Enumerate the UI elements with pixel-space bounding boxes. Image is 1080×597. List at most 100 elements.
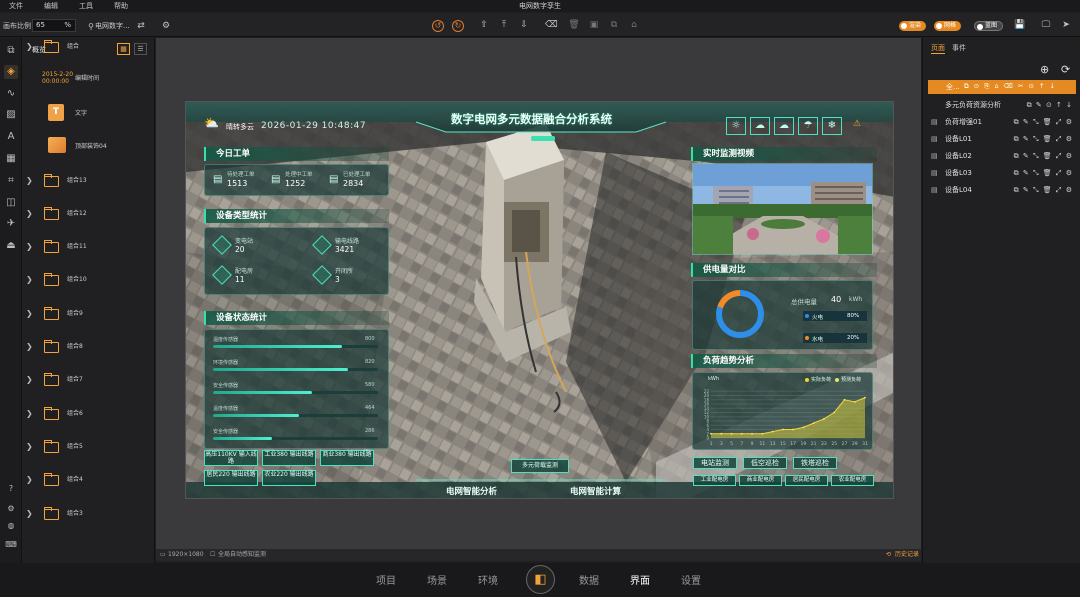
chevron-right-icon[interactable]: ❯ [26, 374, 34, 386]
selected-page-row[interactable]: 全... ⧉ ⊙ ⎘ ⌂ ⌫ ✂ ⊙ ↑ ↓ [928, 80, 1076, 94]
line-tag[interactable]: 农业220 输出线路 [262, 470, 316, 486]
outline-item[interactable]: ❯ 组合11 [22, 240, 155, 255]
undo-icon[interactable]: ↺ [432, 20, 444, 32]
history-link[interactable]: 历史记录 [895, 549, 919, 561]
network-icon[interactable]: ⌗ [4, 174, 18, 188]
line-tag[interactable]: 居民220 输出线路 [204, 470, 258, 486]
clear-icon[interactable]: ⌫ [545, 20, 558, 30]
group-icon[interactable]: ▣ [588, 20, 600, 30]
chevron-right-icon[interactable]: ❯ [26, 441, 34, 453]
menu-help[interactable]: 帮助 [114, 1, 128, 11]
scale-input[interactable]: 65% [32, 19, 76, 32]
monitor-video[interactable] [692, 163, 873, 255]
page-row[interactable]: ▤ 设备L03 ⧉ ✎ ⤡ 🗑 ⤢ ⚙ [923, 166, 1080, 180]
page-row[interactable]: ▤ 负荷增强01 ⧉ ✎ ⤡ 🗑 ⤢ ⚙ [923, 115, 1080, 129]
chevron-right-icon[interactable]: ❯ [26, 308, 34, 320]
globe-icon[interactable]: ◍ [4, 519, 18, 533]
chevron-right-icon[interactable]: ❯ [26, 274, 34, 286]
chevron-right-icon[interactable]: ❯ [26, 208, 34, 220]
lock-icon[interactable]: ⌂ [628, 20, 640, 30]
sun-icon[interactable]: ☼ [726, 117, 746, 135]
component-icon[interactable]: ⧉ [4, 44, 18, 58]
add-page-icon[interactable]: ⊕ [1040, 63, 1049, 76]
upload-icon[interactable]: ⇧ [478, 20, 490, 30]
menu-file[interactable]: 文件 [9, 1, 23, 11]
distribution-tag[interactable]: 工业配电房 [693, 475, 736, 486]
help-icon[interactable]: ? [4, 482, 18, 496]
rain-icon[interactable]: ☂ [798, 117, 818, 135]
chevron-right-icon[interactable]: ❯ [26, 41, 34, 53]
gear-icon[interactable]: ⚙ [160, 21, 172, 31]
distribution-tag[interactable]: 农业配电房 [831, 475, 874, 486]
line-tag[interactable]: 工业380 输出线路 [262, 450, 316, 466]
snow-icon[interactable]: ❄ [822, 117, 842, 135]
line-tag[interactable]: 高压110KV 输入线路 [204, 450, 258, 466]
refresh-icon[interactable]: ⟳ [1061, 63, 1070, 76]
shape-icon[interactable]: ◫ [4, 196, 18, 210]
plane-icon[interactable]: ✈ [4, 217, 18, 231]
outline-item[interactable]: ❯ 组合9 [22, 307, 155, 322]
image-icon[interactable]: ▨ [4, 108, 18, 122]
nav-home-button[interactable]: ◧ [526, 565, 555, 594]
page-row[interactable]: ▤ 设备L02 ⧉ ✎ ⤡ 🗑 ⤢ ⚙ [923, 149, 1080, 163]
page-row-actions[interactable]: ⧉ ✎ ⤡ 🗑 ⤢ ⚙ [1014, 132, 1073, 146]
nav-data[interactable]: 数据 [579, 572, 599, 587]
page-row[interactable]: 多元负荷资源分析 ⧉ ✎ ⊙ ↑ ↓ [923, 98, 1080, 112]
layers-icon[interactable]: ◈ [4, 65, 18, 79]
bottom-left-title[interactable]: 电网智能分析 [446, 485, 497, 497]
tab-event[interactable]: 事件 [952, 43, 966, 53]
outline-item[interactable]: ❯ 组合 [22, 40, 155, 55]
chevron-right-icon[interactable]: ❯ [26, 341, 34, 353]
alarm-icon[interactable]: ⚠ [846, 117, 868, 135]
outline-item[interactable]: ❯ 组合7 [22, 373, 155, 388]
stamp-icon[interactable]: ⏏ [4, 239, 18, 253]
preview-icon[interactable]: 🖵 [1040, 20, 1052, 30]
distribution-tag[interactable]: 商业配电房 [739, 475, 782, 486]
keyboard-icon[interactable]: ⌨ [4, 538, 18, 552]
selected-row-actions[interactable]: ⧉ ⊙ ⎘ ⌂ ⌫ ✂ ⊙ ↑ ↓ [964, 82, 1056, 91]
outline-item[interactable]: ❯ 组合5 [22, 440, 155, 455]
outline-item[interactable]: ❯ 组合4 [22, 473, 155, 488]
outline-item[interactable]: T 文字 [22, 104, 155, 121]
text-icon[interactable]: A [4, 130, 18, 144]
inspection-tag[interactable]: 电站监测 [693, 457, 737, 469]
distribution-tag[interactable]: 居民配电房 [785, 475, 828, 486]
page-row-actions[interactable]: ⧉ ✎ ⤡ 🗑 ⤢ ⚙ [1014, 115, 1073, 129]
delete-icon[interactable]: 🗑 [568, 20, 580, 30]
plugin-icon[interactable]: ⚙ [4, 502, 18, 516]
adjust-icon[interactable]: ⇄ [135, 21, 147, 31]
page-row[interactable]: ▤ 设备L01 ⧉ ✎ ⤡ 🗑 ⤢ ⚙ [923, 132, 1080, 146]
outline-item[interactable]: 顶部装饰04 [22, 137, 155, 154]
inspection-tag[interactable]: 铁塔巡检 [793, 457, 837, 469]
page-row[interactable]: ▤ 设备L04 ⧉ ✎ ⤡ 🗑 ⤢ ⚙ [923, 183, 1080, 197]
outline-item[interactable]: ❯ 组合6 [22, 407, 155, 422]
history-icon[interactable]: ⟲ [886, 549, 891, 561]
nav-project[interactable]: 项目 [376, 572, 396, 587]
nav-environment[interactable]: 环境 [478, 572, 498, 587]
grid-toggle[interactable]: 网格 [934, 21, 962, 31]
cloud-icon[interactable]: ☁ [774, 117, 794, 135]
ungroup-icon[interactable]: ⧉ [608, 20, 620, 30]
bring-front-icon[interactable]: ⤒ [498, 20, 510, 30]
menu-edit[interactable]: 编辑 [44, 1, 58, 11]
page-row-actions[interactable]: ⧉ ✎ ⊙ ↑ ↓ [1027, 98, 1073, 112]
page-row-actions[interactable]: ⧉ ✎ ⤡ 🗑 ⤢ ⚙ [1014, 183, 1073, 197]
outline-item[interactable]: ❯ 组合12 [22, 207, 155, 222]
menu-tools[interactable]: 工具 [79, 1, 93, 11]
outline-item[interactable]: 2015-2-20 00:00:00 编辑时间 [22, 71, 155, 88]
nav-interface[interactable]: 界面 [630, 572, 650, 587]
dashboard-preview[interactable]: ⛅ 晴转多云 2026-01-29 10:48:47 数字电网多元数据融合分析系… [185, 101, 894, 499]
inspection-tag[interactable]: 低空巡检 [743, 457, 787, 469]
table-icon[interactable]: ▦ [4, 152, 18, 166]
redo-icon[interactable]: ↻ [452, 20, 464, 32]
outline-item[interactable]: ❯ 组合3 [22, 507, 155, 522]
page-row-actions[interactable]: ⧉ ✎ ⤡ 🗑 ⤢ ⚙ [1014, 166, 1073, 180]
blueprint-toggle[interactable]: 蓝图 [974, 21, 1004, 31]
publish-icon[interactable]: ➤ [1060, 20, 1072, 30]
page-row-actions[interactable]: ⧉ ✎ ⤡ 🗑 ⤢ ⚙ [1014, 149, 1073, 163]
render-toggle[interactable]: 渲染 [899, 21, 927, 31]
monitor-check-icon[interactable]: ☐ [210, 549, 215, 561]
outline-item[interactable]: ❯ 组合8 [22, 340, 155, 355]
download-icon[interactable]: ⇩ [518, 20, 530, 30]
chevron-right-icon[interactable]: ❯ [26, 408, 34, 420]
